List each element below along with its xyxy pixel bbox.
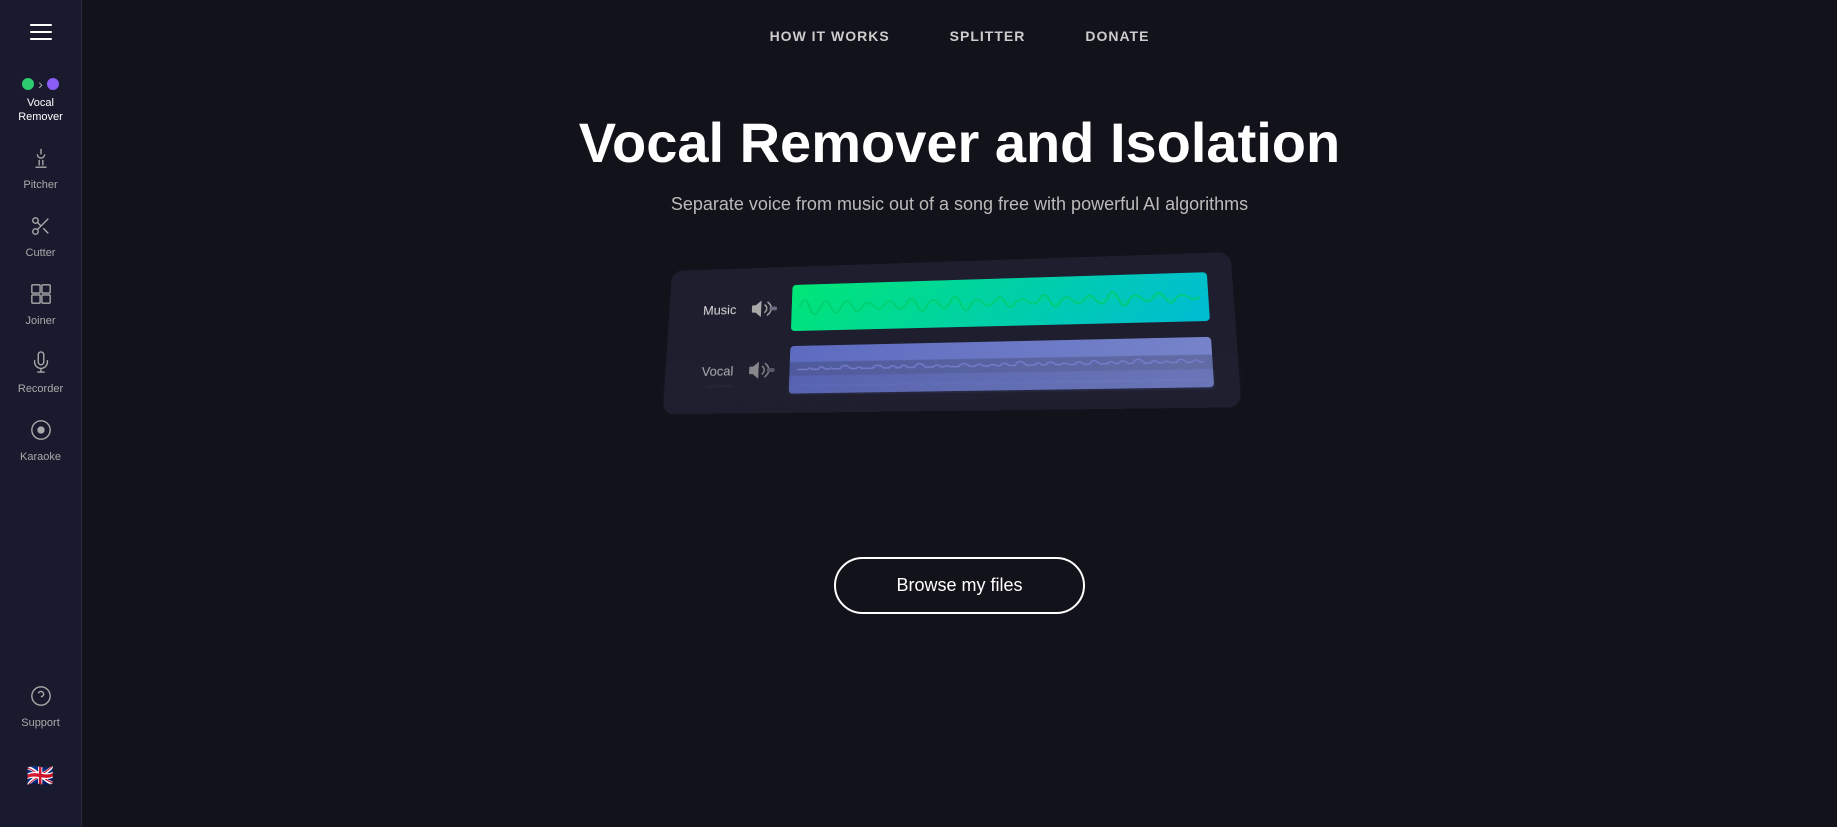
waveform-visualization: Music [650,255,1270,507]
sidebar-item-pitcher[interactable]: Pitcher [0,135,81,203]
sidebar-item-recorder[interactable]: Recorder [0,339,81,407]
nav-how-it-works[interactable]: HOW IT WORKS [770,24,890,48]
music-volume-control[interactable] [750,298,777,319]
music-waveform-bar [790,272,1209,331]
browse-files-button[interactable]: Browse my files [834,557,1084,614]
recorder-icon [30,351,52,377]
sidebar: › Vocal Remover Pitcher Cutter [0,0,82,827]
sidebar-item-label-support: Support [21,717,60,729]
sidebar-item-vocal-remover[interactable]: › Vocal Remover [0,68,81,135]
cutter-icon [30,215,52,241]
nav-splitter[interactable]: SPLITTER [950,24,1026,48]
vocal-remover-icon: › [22,78,59,90]
nav-donate[interactable]: DONATE [1085,24,1149,48]
sidebar-item-label-pitcher: Pitcher [23,179,57,191]
sidebar-item-label-karaoke: Karaoke [20,451,61,463]
main-content: HOW IT WORKS SPLITTER DONATE Vocal Remov… [82,0,1837,827]
sidebar-item-joiner[interactable]: Joiner [0,271,81,339]
pitcher-icon [30,147,52,173]
sidebar-item-karaoke[interactable]: Karaoke [0,407,81,475]
speaker-icon [750,298,777,319]
music-wave-svg [798,276,1201,327]
sidebar-item-cutter[interactable]: Cutter [0,203,81,271]
hamburger-menu[interactable] [22,16,60,48]
sidebar-item-label-joiner: Joiner [26,315,56,327]
support-icon [30,685,52,711]
sidebar-bottom: Support 🇬🇧 [0,673,81,811]
sidebar-item-label-cutter: Cutter [26,247,56,259]
hero-subtitle: Separate voice from music out of a song … [671,194,1248,215]
sidebar-item-support[interactable]: Support [0,673,81,741]
music-track-label: Music [690,302,736,318]
hero-title: Vocal Remover and Isolation [579,112,1340,174]
karaoke-icon [30,419,52,445]
language-selector[interactable]: 🇬🇧 [0,741,81,811]
sidebar-item-label-recorder: Recorder [18,383,63,395]
top-nav: HOW IT WORKS SPLITTER DONATE [82,0,1837,72]
hero-section: Vocal Remover and Isolation Separate voi… [82,72,1837,827]
music-track: Music [689,272,1209,333]
joiner-icon [30,283,52,309]
flag-icon: 🇬🇧 [17,753,64,799]
sidebar-item-label-vocal-remover: Vocal Remover [8,96,73,125]
